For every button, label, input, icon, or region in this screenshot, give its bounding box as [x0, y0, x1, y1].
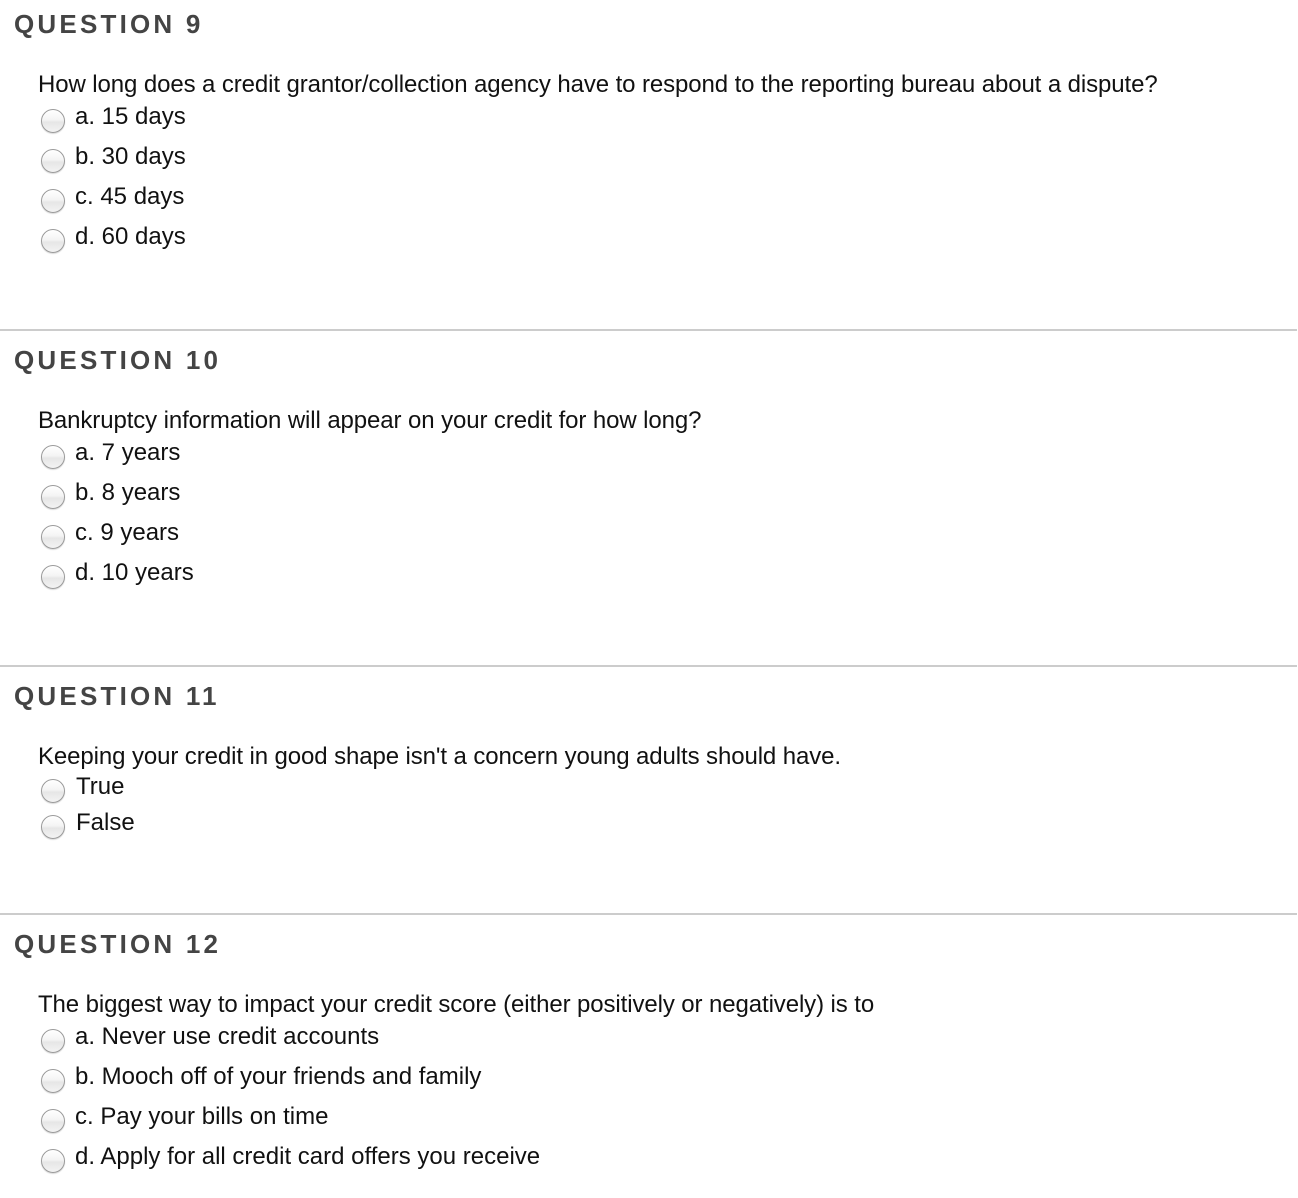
radio-button[interactable]	[41, 1028, 65, 1053]
option-label: a. Never use credit accounts	[75, 1023, 380, 1050]
answer-option-a[interactable]: a. 7 years	[41, 438, 181, 469]
question-heading: QUESTION 11	[14, 681, 220, 711]
option-label: d. 60 days	[75, 223, 186, 250]
radio-button[interactable]	[41, 778, 65, 803]
radio-button[interactable]	[41, 1148, 65, 1173]
option-label: b. 8 years	[75, 479, 181, 506]
option-label: b. Mooch off of your friends and family	[75, 1063, 482, 1090]
option-label: True	[76, 773, 125, 800]
answer-option-c[interactable]: c. Pay your bills on time	[41, 1102, 329, 1133]
question-heading: QUESTION 9	[14, 9, 204, 39]
question-separator	[0, 329, 1297, 331]
question-text: The biggest way to impact your credit sc…	[38, 991, 875, 1018]
radio-button[interactable]	[41, 814, 65, 839]
option-label: d. Apply for all credit card offers you …	[75, 1143, 541, 1170]
radio-button[interactable]	[41, 564, 65, 589]
answer-option-a[interactable]: a. Never use credit accounts	[41, 1022, 380, 1053]
option-label: d. 10 years	[75, 559, 194, 586]
question-separator	[0, 665, 1297, 667]
radio-button[interactable]	[41, 1068, 65, 1093]
question-text: Keeping your credit in good shape isn't …	[38, 743, 841, 770]
answer-option-d[interactable]: d. 60 days	[41, 222, 186, 253]
question-separator	[0, 913, 1297, 915]
question-text: Bankruptcy information will appear on yo…	[38, 407, 702, 434]
answer-option-b[interactable]: b. 8 years	[41, 478, 181, 509]
question-text: How long does a credit grantor/collectio…	[38, 71, 1158, 98]
option-label: False	[76, 809, 135, 836]
answer-option-b[interactable]: b. 30 days	[41, 142, 186, 173]
option-label: b. 30 days	[75, 143, 186, 170]
radio-button[interactable]	[41, 228, 65, 253]
option-label: c. 9 years	[75, 519, 180, 546]
option-label: a. 15 days	[75, 103, 186, 130]
answer-option-d[interactable]: d. Apply for all credit card offers you …	[41, 1142, 541, 1173]
radio-button[interactable]	[41, 444, 65, 469]
question-heading: QUESTION 10	[14, 345, 222, 375]
radio-button[interactable]	[41, 524, 65, 549]
answer-option-b[interactable]: b. Mooch off of your friends and family	[41, 1062, 482, 1093]
answer-option-d[interactable]: d. 10 years	[41, 558, 194, 589]
answer-option-true[interactable]: True	[41, 772, 125, 803]
radio-button[interactable]	[41, 484, 65, 509]
radio-button[interactable]	[41, 148, 65, 173]
answer-option-false[interactable]: False	[41, 808, 135, 839]
radio-button[interactable]	[41, 108, 65, 133]
radio-button[interactable]	[41, 1108, 65, 1133]
answer-option-c[interactable]: c. 9 years	[41, 518, 180, 549]
radio-button[interactable]	[41, 188, 65, 213]
question-heading: QUESTION 12	[14, 929, 222, 959]
option-label: a. 7 years	[75, 439, 181, 466]
option-label: c. Pay your bills on time	[75, 1103, 329, 1130]
option-label: c. 45 days	[75, 183, 185, 210]
answer-option-c[interactable]: c. 45 days	[41, 182, 185, 213]
answer-option-a[interactable]: a. 15 days	[41, 102, 186, 133]
